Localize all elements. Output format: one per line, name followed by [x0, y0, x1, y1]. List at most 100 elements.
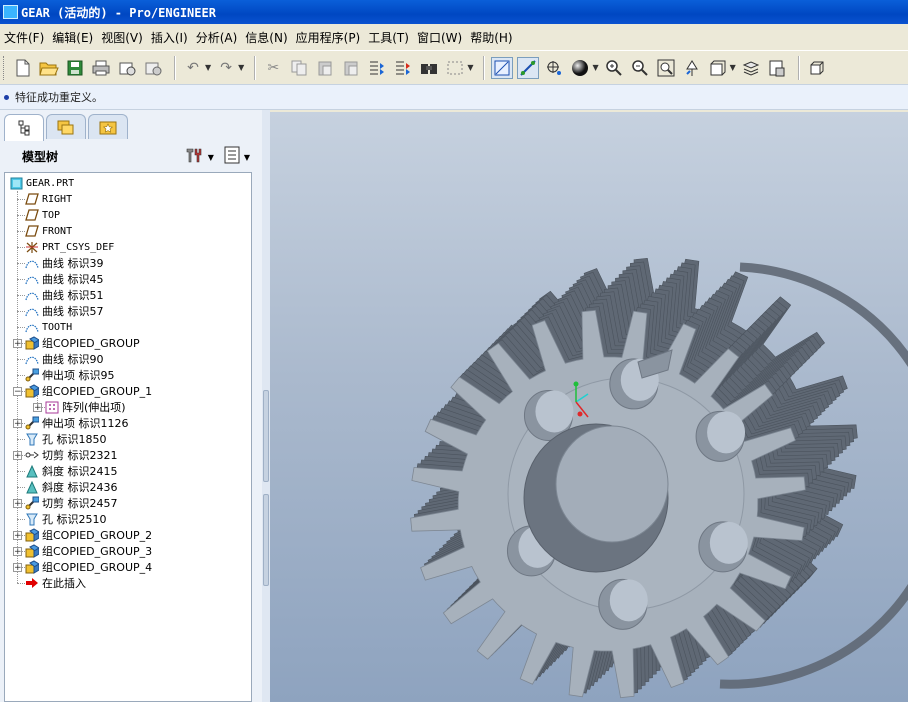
send-icon[interactable] [142, 57, 164, 79]
tree-node[interactable]: 切剪 标识2321 [25, 447, 118, 463]
gear-hole-inner [709, 521, 748, 564]
tree-show-icon[interactable] [224, 146, 240, 168]
reorient-icon[interactable] [681, 57, 703, 79]
csys-y-point [573, 381, 579, 387]
splitter-handle[interactable] [263, 390, 269, 482]
select-box-icon[interactable] [444, 57, 466, 79]
model-tree-tab[interactable] [4, 114, 44, 141]
tree-show-dropdown-icon[interactable]: ▼ [244, 153, 250, 162]
tree-connector-line [17, 295, 25, 296]
expand-node-icon[interactable]: + [13, 563, 22, 573]
saved-views-icon[interactable] [707, 57, 729, 79]
select-dropdown-icon[interactable]: ▼ [467, 63, 473, 72]
favorites-icon [99, 121, 117, 135]
tree-node[interactable]: 组COPIED_GROUP_1 [25, 383, 152, 399]
menu-file[interactable]: 文件(F) [2, 29, 46, 46]
expand-node-icon[interactable]: + [13, 531, 22, 541]
save-icon[interactable] [64, 57, 86, 79]
send-mail-icon[interactable] [116, 57, 138, 79]
undo-dropdown-icon[interactable]: ▼ [205, 63, 211, 72]
favorites-tab[interactable] [88, 114, 128, 139]
tree-node-label: 曲线 标识57 [42, 305, 104, 318]
copy-icon[interactable] [288, 57, 310, 79]
layers-icon[interactable] [740, 57, 762, 79]
tree-node[interactable]: 曲线 标识39 [25, 255, 104, 271]
tree-node[interactable]: 孔 标识1850 [25, 431, 107, 447]
graphics-window[interactable] [270, 112, 908, 702]
tree-node[interactable]: 切剪 标识2457 [25, 495, 118, 511]
regenerate-icon[interactable] [366, 57, 388, 79]
refit-icon[interactable] [655, 57, 677, 79]
menu-help[interactable]: 帮助(H) [468, 29, 514, 46]
open-icon[interactable] [38, 57, 60, 79]
tree-node-label: 斜度 标识2436 [42, 481, 118, 494]
expand-node-icon[interactable]: + [13, 339, 22, 349]
tree-node-label: 组COPIED_GROUP_3 [42, 545, 153, 558]
tree-node[interactable]: 组COPIED_GROUP [25, 335, 140, 351]
spin-center-icon[interactable] [806, 57, 828, 79]
tree-node[interactable]: 曲线 标识45 [25, 271, 104, 287]
expand-node-icon[interactable]: + [13, 419, 22, 429]
datum-plane-display-icon[interactable] [491, 56, 514, 79]
tree-node[interactable]: FRONT [25, 223, 72, 239]
expand-node-icon[interactable]: + [13, 451, 22, 461]
splitter-handle[interactable] [263, 494, 269, 586]
redo-dropdown-icon[interactable]: ▼ [238, 63, 244, 72]
toolbar-grip[interactable] [3, 55, 7, 80]
new-icon[interactable] [12, 57, 34, 79]
paste-special-icon[interactable] [340, 57, 362, 79]
tree-node[interactable]: RIGHT [25, 191, 72, 207]
tree-settings-dropdown-icon[interactable]: ▼ [208, 153, 214, 162]
undo-icon[interactable]: ↶ [182, 57, 204, 79]
tree-node[interactable]: 孔 标识2510 [25, 511, 107, 527]
redo-icon[interactable]: ↷ [215, 57, 237, 79]
expand-node-icon[interactable]: + [13, 547, 22, 557]
tree-node[interactable]: 曲线 标识57 [25, 303, 104, 319]
shading-sphere-icon[interactable] [569, 57, 591, 79]
tree-connector-line [17, 327, 25, 328]
tree-root-node[interactable]: GEAR.PRT [9, 175, 74, 191]
view-manager-icon[interactable] [766, 57, 788, 79]
tree-node[interactable]: TOOTH [25, 319, 72, 335]
tree-node[interactable]: 阵列(伸出项) [45, 399, 126, 415]
folder-browser-tab[interactable] [46, 114, 86, 139]
menu-window[interactable]: 窗口(W) [415, 29, 464, 46]
menu-insert[interactable]: 插入(I) [149, 29, 190, 46]
collapse-node-icon[interactable]: − [13, 387, 22, 397]
tree-node[interactable]: 斜度 标识2415 [25, 463, 118, 479]
gear-model[interactable] [270, 112, 908, 702]
zoom-out-icon[interactable] [629, 57, 651, 79]
tree-settings-icon[interactable] [184, 146, 204, 168]
tree-node[interactable]: 组COPIED_GROUP_2 [25, 527, 152, 543]
tree-node[interactable]: 在此插入 [25, 575, 86, 591]
menu-info[interactable]: 信息(N) [243, 29, 289, 46]
tree-node[interactable]: 曲线 标识51 [25, 287, 104, 303]
expand-node-icon[interactable]: + [13, 499, 22, 509]
regenerate-manager-icon[interactable] [392, 57, 414, 79]
find-icon[interactable] [418, 57, 440, 79]
tree-node[interactable]: 曲线 标识90 [25, 351, 104, 367]
print-icon[interactable] [90, 57, 112, 79]
tree-node[interactable]: 组COPIED_GROUP_3 [25, 543, 152, 559]
paste-icon[interactable] [314, 57, 336, 79]
tree-node[interactable]: PRT_CSYS_DEF [25, 239, 114, 255]
zoom-in-icon[interactable] [603, 57, 625, 79]
tree-node[interactable]: TOP [25, 207, 60, 223]
tree-node-label: 斜度 标识2415 [42, 465, 118, 478]
tree-node[interactable]: 伸出项 标识1126 [25, 415, 129, 431]
point-display-icon[interactable] [543, 57, 565, 79]
datum-axis-display-icon[interactable] [517, 56, 540, 79]
tree-node[interactable]: 组COPIED_GROUP_4 [25, 559, 152, 575]
display-style-dropdown-icon[interactable]: ▼ [592, 63, 598, 72]
menu-applications[interactable]: 应用程序(P) [294, 29, 363, 46]
menu-edit[interactable]: 编辑(E) [50, 29, 95, 46]
menu-view[interactable]: 视图(V) [99, 29, 145, 46]
menu-analysis[interactable]: 分析(A) [194, 29, 240, 46]
tree-node[interactable]: 斜度 标识2436 [25, 479, 118, 495]
menu-tools[interactable]: 工具(T) [366, 29, 411, 46]
tree-node[interactable]: 伸出项 标识95 [25, 367, 115, 383]
csys-z-point [577, 411, 583, 417]
cut-icon[interactable]: ✂ [262, 57, 284, 79]
saved-views-dropdown-icon[interactable]: ▼ [730, 63, 736, 72]
tree-node-label: TOOTH [42, 321, 73, 333]
